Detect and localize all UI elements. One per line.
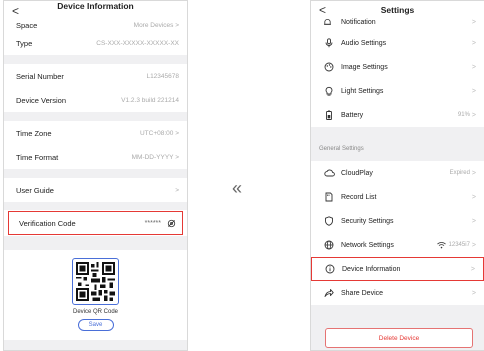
info-card-time: Time Zone UTC+08:00 > Time Format MM-DD-… bbox=[4, 121, 187, 169]
chevron-right-icon: > bbox=[471, 289, 476, 297]
record-list-row[interactable]: Record List > bbox=[311, 185, 484, 209]
chevron-right-icon: > bbox=[471, 63, 476, 71]
chevron-right-icon: > bbox=[471, 19, 476, 26]
shield-icon bbox=[323, 215, 335, 227]
qr-code-icon bbox=[72, 258, 119, 305]
timezone-row[interactable]: Time Zone UTC+08:00 > bbox=[4, 121, 187, 145]
timeformat-row[interactable]: Time Format MM-DD-YYYY > bbox=[4, 145, 187, 169]
light-settings-label: Light Settings bbox=[341, 87, 384, 95]
user-guide-label: User Guide bbox=[16, 185, 54, 195]
settings-screen: < Settings Notification > Audio Settings… bbox=[310, 0, 484, 351]
type-value: CS-XXX-XXXXX-XXXXX-XX bbox=[96, 39, 179, 47]
serial-value: L12345678 bbox=[146, 72, 179, 80]
chevron-right-icon: > bbox=[471, 169, 476, 177]
bell-icon bbox=[323, 18, 335, 27]
serial-label: Serial Number bbox=[16, 71, 64, 81]
type-label: Type bbox=[16, 38, 33, 48]
qr-card: Device QR Code Save bbox=[4, 250, 187, 340]
notification-row[interactable]: Notification > bbox=[323, 18, 476, 27]
qr-caption: Device QR Code bbox=[72, 309, 119, 315]
audio-settings-label: Audio Settings bbox=[341, 39, 387, 47]
info-card-guide: User Guide > bbox=[4, 178, 187, 202]
record-list-label: Record List bbox=[341, 193, 377, 201]
share-icon bbox=[323, 287, 335, 299]
device-information-label: Device Information bbox=[342, 265, 401, 273]
info-icon bbox=[324, 263, 336, 275]
cloudplay-row[interactable]: CloudPlay Expired > bbox=[311, 161, 484, 185]
notification-label: Notification bbox=[341, 19, 376, 26]
verification-label: Verification Code bbox=[19, 218, 76, 228]
timezone-value: UTC+08:00 > bbox=[139, 129, 179, 137]
chevron-right-icon: > bbox=[471, 241, 476, 249]
chevron-right-icon: > bbox=[471, 87, 476, 95]
timezone-label: Time Zone bbox=[16, 128, 52, 138]
share-device-label: Share Device bbox=[341, 289, 384, 297]
delete-device-button[interactable]: Delete Device bbox=[325, 328, 473, 348]
light-settings-row[interactable]: Light Settings > bbox=[311, 79, 484, 103]
masked-code: ****** bbox=[144, 219, 161, 227]
version-row: Device Version V1.2.3 build 221214 bbox=[4, 88, 187, 112]
screenshot-stage: < Device Information Space More Devices … bbox=[0, 0, 484, 351]
wifi-icon bbox=[436, 241, 446, 249]
general-settings-header: General Settings bbox=[311, 137, 484, 161]
double-chevron-left-icon: « bbox=[232, 178, 242, 198]
network-settings-row[interactable]: Network Settings 12345i7 > bbox=[311, 233, 484, 257]
version-value: V1.2.3 build 221214 bbox=[121, 96, 179, 104]
palette-icon bbox=[323, 61, 335, 73]
back-button[interactable]: < bbox=[12, 4, 19, 18]
top-bar: < Device Information Space More Devices … bbox=[4, 1, 187, 31]
battery-label: Battery bbox=[341, 111, 364, 119]
space-value: More Devices > bbox=[133, 21, 179, 29]
page-title: Settings bbox=[380, 5, 415, 15]
timeformat-label: Time Format bbox=[16, 152, 59, 162]
chevron-right-icon: > bbox=[471, 39, 476, 47]
chevron-right-icon: > bbox=[471, 111, 476, 119]
cloudplay-status: Expired bbox=[449, 170, 470, 176]
chevron-right-icon: > bbox=[175, 186, 179, 194]
space-label: Space bbox=[16, 20, 38, 30]
sd-card-icon bbox=[323, 191, 335, 203]
image-settings-label: Image Settings bbox=[341, 63, 388, 71]
lightbulb-icon bbox=[323, 85, 335, 97]
info-card-top: < Device Information Space More Devices … bbox=[4, 1, 187, 55]
battery-row[interactable]: Battery 91% > bbox=[311, 103, 484, 127]
chevron-right-icon: > bbox=[470, 265, 475, 273]
version-label: Device Version bbox=[16, 95, 67, 105]
cloud-icon bbox=[323, 167, 335, 179]
cloudplay-label: CloudPlay bbox=[341, 169, 373, 177]
battery-value: 91% bbox=[457, 112, 470, 118]
save-button[interactable]: Save bbox=[77, 319, 114, 331]
top-bar: < Settings Notification > bbox=[311, 1, 484, 31]
type-row: Type CS-XXX-XXXXX-XXXXX-XX bbox=[4, 31, 187, 55]
device-information-row[interactable]: Device Information > bbox=[311, 257, 484, 281]
user-guide-row[interactable]: User Guide > bbox=[4, 178, 187, 202]
timeformat-value: MM-DD-YYYY > bbox=[131, 153, 179, 161]
chevron-right-icon: > bbox=[471, 217, 476, 225]
globe-icon bbox=[323, 239, 335, 251]
battery-icon bbox=[323, 109, 335, 121]
network-ssid: 12345i7 bbox=[448, 242, 470, 248]
eye-slash-icon[interactable] bbox=[167, 219, 176, 228]
network-settings-label: Network Settings bbox=[341, 241, 394, 249]
share-device-row[interactable]: Share Device > bbox=[311, 281, 484, 305]
verification-value: ****** bbox=[145, 219, 176, 228]
page-title: Device Information bbox=[57, 1, 134, 11]
serial-row: Serial Number L12345678 bbox=[4, 64, 187, 88]
microphone-icon bbox=[323, 37, 335, 49]
security-settings-row[interactable]: Security Settings > bbox=[311, 209, 484, 233]
space-row[interactable]: Space More Devices > bbox=[4, 18, 187, 32]
audio-settings-row[interactable]: Audio Settings > bbox=[311, 31, 484, 55]
info-card-verify: Verification Code ****** bbox=[4, 210, 187, 236]
device-info-screen: < Device Information Space More Devices … bbox=[3, 0, 188, 351]
info-card-serial: Serial Number L12345678 Device Version V… bbox=[4, 64, 187, 112]
image-settings-row[interactable]: Image Settings > bbox=[311, 55, 484, 79]
verification-code-row[interactable]: Verification Code ****** bbox=[8, 211, 183, 235]
chevron-right-icon: > bbox=[471, 193, 476, 201]
security-settings-label: Security Settings bbox=[341, 217, 394, 225]
